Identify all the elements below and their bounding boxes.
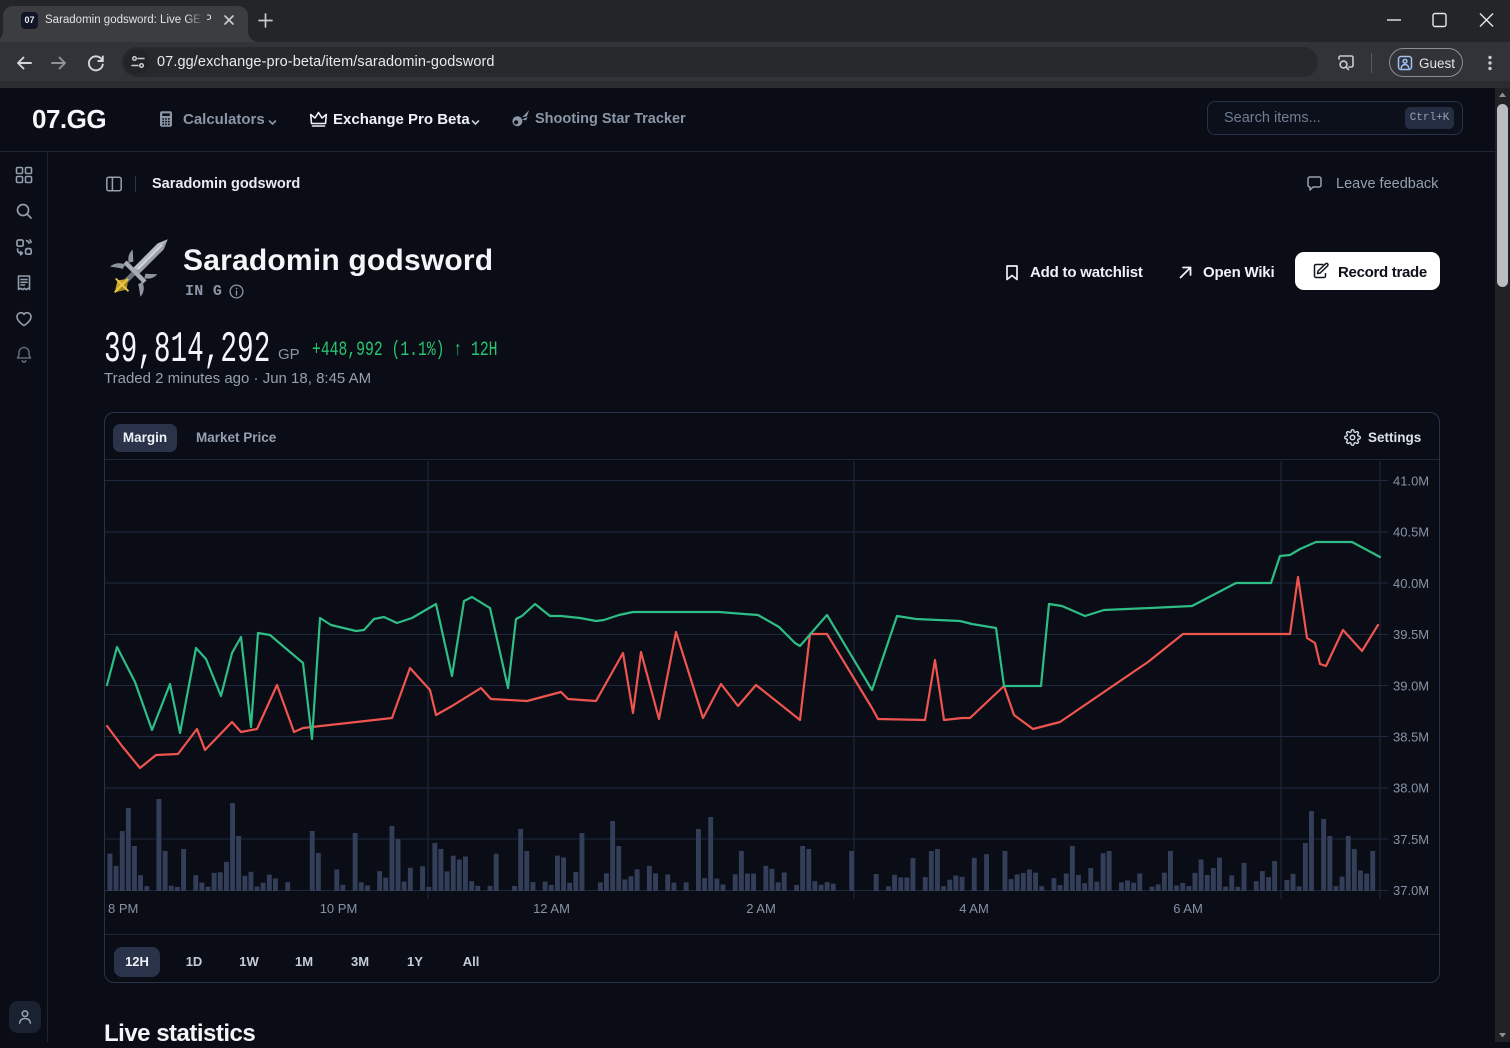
svg-text:40.0M: 40.0M	[1393, 576, 1429, 591]
svg-text:41.0M: 41.0M	[1393, 474, 1429, 489]
svg-text:39.5M: 39.5M	[1393, 627, 1429, 642]
svg-text:12 AM: 12 AM	[533, 901, 570, 916]
svg-text:40.5M: 40.5M	[1393, 525, 1429, 540]
svg-text:37.5M: 37.5M	[1393, 832, 1429, 847]
svg-text:38.5M: 38.5M	[1393, 730, 1429, 745]
svg-text:4 AM: 4 AM	[959, 901, 989, 916]
svg-text:6 AM: 6 AM	[1173, 901, 1203, 916]
svg-text:37.0M: 37.0M	[1393, 883, 1429, 898]
svg-text:39.0M: 39.0M	[1393, 678, 1429, 693]
svg-text:38.0M: 38.0M	[1393, 781, 1429, 796]
svg-text:10 PM: 10 PM	[320, 901, 358, 916]
svg-text:8 PM: 8 PM	[108, 901, 138, 916]
svg-text:2 AM: 2 AM	[746, 901, 776, 916]
